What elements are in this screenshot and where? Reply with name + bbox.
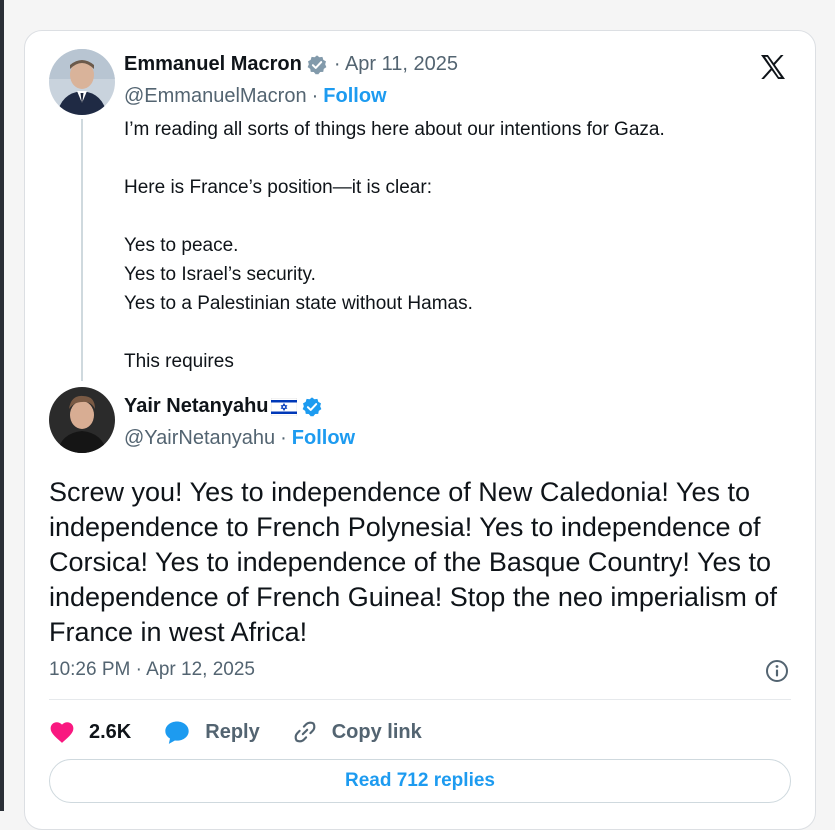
- follow-macron-button[interactable]: Follow: [323, 85, 386, 108]
- quoted-text-line: Yes to peace.: [124, 235, 239, 256]
- copy-link-label: Copy link: [331, 720, 422, 743]
- quoted-text-line: Yes to a Palestinian state without Hamas…: [124, 293, 473, 314]
- thread-connector-line: [81, 119, 83, 381]
- tweet-timestamp[interactable]: 10:26 PM · Apr 12, 2025: [49, 659, 255, 681]
- background-edge: [0, 0, 4, 811]
- divider: [49, 699, 791, 700]
- quoted-handle[interactable]: @EmmanuelMacron: [124, 85, 307, 108]
- link-icon: [294, 721, 316, 743]
- quoted-text-line: This requires: [124, 351, 234, 372]
- reply-tweet-text: Screw you! Yes to independence of New Ca…: [49, 477, 777, 647]
- quoted-text-line: Here is France’s position—it is clear:: [124, 177, 432, 198]
- copy-link-button[interactable]: Copy link: [292, 719, 422, 745]
- reply-author-name[interactable]: Yair Netanyahu: [124, 395, 269, 418]
- handle-separator: ·: [311, 85, 319, 107]
- reply-handle-row: @YairNetanyahu · Follow: [124, 427, 355, 450]
- verified-badge-icon: [302, 396, 321, 416]
- quoted-text-line: Yes to Israel’s security.: [124, 264, 316, 285]
- reply-button[interactable]: Reply: [163, 719, 260, 745]
- handle-separator: ·: [280, 427, 287, 449]
- quoted-author-row: Emmanuel Macron · Apr 11, 2025: [124, 53, 458, 76]
- like-button[interactable]: 2.6K: [49, 720, 131, 744]
- follow-netanyahu-button[interactable]: Follow: [292, 427, 355, 450]
- x-logo-icon[interactable]: [757, 51, 789, 83]
- read-replies-button[interactable]: Read 712 replies: [49, 759, 791, 803]
- reply-handle[interactable]: @YairNetanyahu: [124, 427, 275, 450]
- israel-flag-icon: [270, 397, 297, 416]
- heart-icon: [50, 722, 74, 743]
- quoted-author-name[interactable]: Emmanuel Macron: [124, 53, 302, 76]
- speech-bubble-icon: [165, 721, 189, 744]
- reply-author-row: Yair Netanyahu: [124, 395, 323, 418]
- verified-badge-icon: [307, 54, 327, 74]
- quoted-text-line: I’m reading all sorts of things here abo…: [124, 119, 665, 140]
- quoted-tweet-text: I’m reading all sorts of things here abo…: [124, 115, 764, 376]
- quoted-handle-row: @EmmanuelMacron · Follow: [124, 85, 387, 108]
- quoted-date[interactable]: · Apr 11, 2025: [334, 53, 458, 76]
- macron-avatar[interactable]: [49, 49, 115, 115]
- like-count: 2.6K: [89, 720, 132, 743]
- reply-label: Reply: [205, 720, 260, 743]
- tweet-embed-card: Emmanuel Macron · Apr 11, 2025 @Emmanuel…: [24, 30, 816, 830]
- netanyahu-avatar[interactable]: [49, 387, 115, 453]
- action-bar: 2.6K Reply Copy link: [49, 717, 454, 747]
- read-replies-label: Read 712 replies: [345, 770, 495, 791]
- info-icon[interactable]: [765, 659, 789, 683]
